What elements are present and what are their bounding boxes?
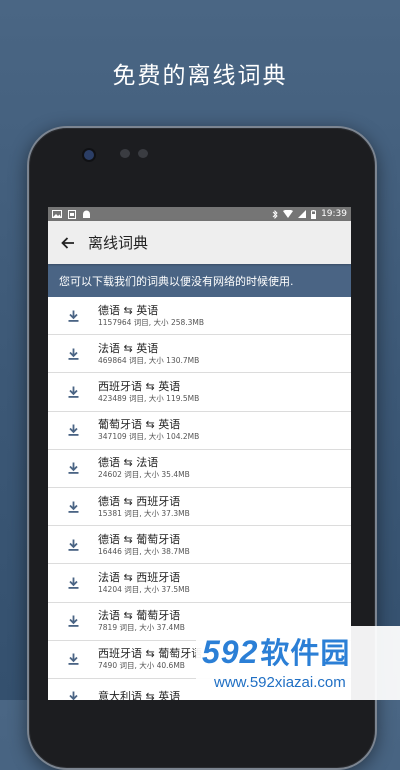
- dictionary-meta: 423489 词目, 大小 119.5MB: [98, 393, 200, 403]
- wifi-icon: [283, 210, 294, 218]
- download-icon: [68, 348, 78, 360]
- download-icon: [68, 501, 78, 513]
- download-button[interactable]: [48, 501, 98, 513]
- arrow-left-icon: [61, 236, 74, 249]
- front-camera: [82, 148, 96, 162]
- language-pair: 意大利语 ⇆ 英语: [98, 690, 181, 700]
- image-notification-icon: [52, 210, 62, 218]
- download-icon: [68, 539, 78, 551]
- bluetooth-icon: [272, 209, 278, 219]
- language-pair: 德语 ⇆ 法语: [98, 456, 159, 470]
- watermark-logo: 592软件园: [202, 630, 350, 672]
- language-pair: 西班牙语 ⇆ 葡萄牙语: [98, 647, 203, 661]
- language-pair: 法语 ⇆ 葡萄牙语: [98, 609, 181, 623]
- download-button[interactable]: [48, 310, 98, 322]
- watermark-url: www.592xiazai.com: [214, 674, 346, 691]
- light-sensor: [138, 149, 148, 158]
- download-button[interactable]: [48, 386, 98, 398]
- dictionary-meta: 15381 词目, 大小 37.3MB: [98, 508, 190, 518]
- language-pair: 德语 ⇆ 葡萄牙语: [98, 532, 181, 546]
- headline: 免费的离线词典: [112, 63, 288, 89]
- status-bar: 19:39: [48, 207, 351, 221]
- watermark-logo-number: 592: [202, 634, 259, 670]
- download-button[interactable]: [48, 577, 98, 589]
- dictionary-item[interactable]: 法语 ⇆ 英语 469864 词目, 大小 130.7MB: [48, 335, 351, 374]
- back-button[interactable]: [48, 221, 88, 264]
- language-pair: 西班牙语 ⇆ 英语: [98, 379, 181, 393]
- download-icon: [68, 310, 78, 322]
- info-banner: 您可以下载我们的词典以便没有网络的时候使用.: [48, 264, 351, 297]
- dictionary-item[interactable]: 德语 ⇆ 法语 24602 词目, 大小 35.4MB: [48, 449, 351, 488]
- dictionary-meta: 347109 词目, 大小 104.2MB: [98, 432, 200, 442]
- dictionary-item[interactable]: 葡萄牙语 ⇆ 英语 347109 词目, 大小 104.2MB: [48, 411, 351, 450]
- download-icon: [68, 424, 78, 436]
- download-icon: [68, 386, 78, 398]
- download-button[interactable]: [48, 348, 98, 360]
- language-pair: 法语 ⇆ 英语: [98, 341, 159, 355]
- download-button[interactable]: [48, 424, 98, 436]
- dictionary-item[interactable]: 德语 ⇆ 葡萄牙语 16446 词目, 大小 38.7MB: [48, 526, 351, 565]
- dictionary-item[interactable]: 西班牙语 ⇆ 英语 423489 词目, 大小 119.5MB: [48, 373, 351, 412]
- dictionary-meta: 14204 词目, 大小 37.5MB: [98, 584, 190, 594]
- download-icon: [68, 615, 78, 627]
- dictionary-meta: 7819 词目, 大小 37.4MB: [98, 623, 185, 633]
- signal-icon: [298, 210, 307, 218]
- download-icon: [68, 577, 78, 589]
- download-icon: [68, 653, 78, 666]
- download-button[interactable]: [48, 653, 98, 666]
- app-bar: 离线词典: [48, 221, 351, 264]
- dictionary-item[interactable]: 德语 ⇆ 西班牙语 15381 词目, 大小 37.3MB: [48, 487, 351, 527]
- dictionary-meta: 1157964 词目, 大小 258.3MB: [98, 317, 205, 327]
- language-pair: 法语 ⇆ 西班牙语: [98, 570, 181, 584]
- file-notification-icon: [68, 209, 76, 219]
- language-pair: 德语 ⇆ 西班牙语: [98, 494, 181, 508]
- dictionary-meta: 16446 词目, 大小 38.7MB: [98, 546, 190, 556]
- language-pair: 葡萄牙语 ⇆ 英语: [98, 418, 181, 432]
- watermark-logo-text: 软件园: [260, 638, 351, 670]
- battery-icon: [311, 209, 317, 219]
- download-icon: [68, 691, 78, 700]
- dictionary-item[interactable]: 德语 ⇆ 英语 1157964 词目, 大小 258.3MB: [48, 297, 351, 336]
- dictionary-meta: 7490 词目, 大小 40.6MB: [98, 661, 185, 671]
- android-notification-icon: [83, 210, 90, 218]
- dictionary-item[interactable]: 法语 ⇆ 西班牙语 14204 词目, 大小 37.5MB: [48, 564, 351, 603]
- download-button[interactable]: [48, 691, 98, 700]
- download-button[interactable]: [48, 615, 98, 627]
- watermark: 592软件园 www.592xiazai.com: [196, 626, 400, 700]
- download-icon: [68, 462, 78, 475]
- clock: 19:39: [321, 209, 347, 219]
- page-title: 离线词典: [88, 234, 149, 252]
- language-pair: 德语 ⇆ 英语: [98, 303, 159, 317]
- dictionary-meta: 24602 词目, 大小 35.4MB: [98, 470, 190, 480]
- dictionary-meta: 469864 词目, 大小 130.7MB: [98, 355, 200, 365]
- download-button[interactable]: [48, 539, 98, 551]
- download-button[interactable]: [48, 462, 98, 475]
- proximity-sensor: [120, 149, 130, 158]
